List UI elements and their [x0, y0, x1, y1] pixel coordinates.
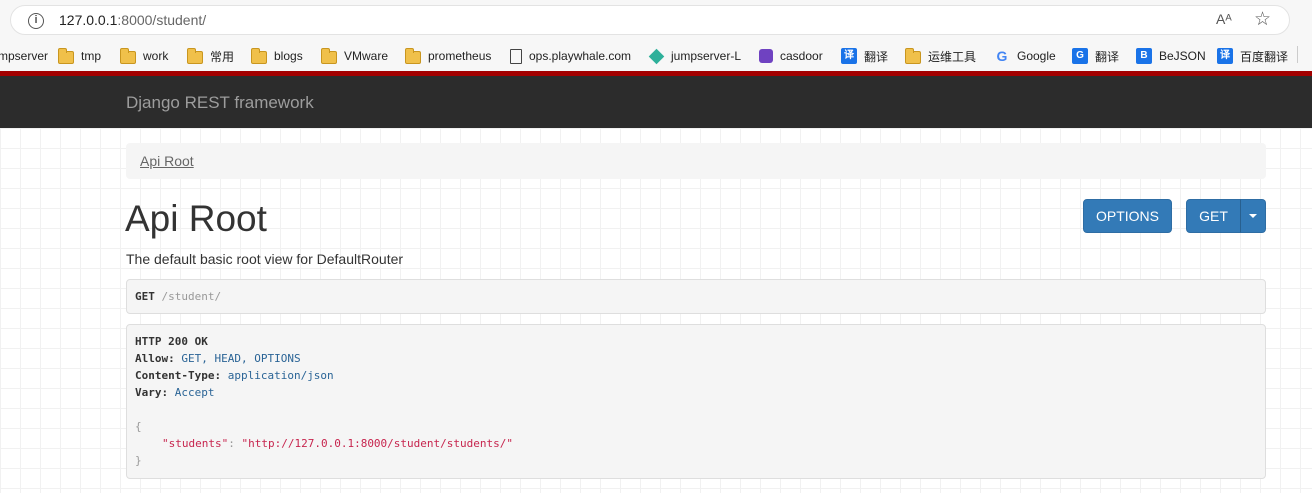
- response-status: HTTP 200 OK: [135, 335, 208, 348]
- bookmark-label: prometheus: [428, 49, 492, 63]
- header-key: Content-Type:: [135, 369, 222, 382]
- response-header-allow: Allow: GET, HEAD, OPTIONS: [135, 352, 301, 365]
- bookmark-label: jumpserver-L: [671, 49, 742, 63]
- bookmark-label: casdoor: [780, 49, 823, 63]
- bookmark-casdoor[interactable]: casdoor: [759, 47, 823, 65]
- breadcrumb-api-root[interactable]: Api Root: [140, 153, 194, 169]
- json-open-brace: {: [135, 420, 142, 433]
- bookmark-bejson[interactable]: B BeJSON: [1136, 47, 1206, 65]
- url-path: :8000/student/: [117, 12, 207, 28]
- bookmark-prometheus[interactable]: prometheus: [405, 47, 491, 65]
- bookmark-blogs[interactable]: blogs: [251, 47, 303, 65]
- bookmark-work[interactable]: work: [120, 47, 168, 65]
- bookmark-label: VMware: [344, 49, 389, 63]
- request-info: GET /student/: [126, 279, 1266, 314]
- request-line: GET /student/: [135, 290, 221, 303]
- bookmark-google[interactable]: G Google: [994, 47, 1056, 65]
- bookmark-label: 翻译: [864, 49, 889, 64]
- bookmark-label: blogs: [274, 49, 303, 63]
- response-header-vary: Vary: Accept: [135, 386, 215, 399]
- translate-icon: 译: [841, 48, 857, 64]
- header-value: application/json: [227, 369, 334, 382]
- folder-icon: [905, 47, 921, 64]
- navbar-brand[interactable]: Django REST framework: [126, 93, 314, 113]
- header-value: Accept: [174, 386, 215, 399]
- bookmark-ops-playwhale[interactable]: ops.playwhale.com: [510, 47, 631, 65]
- caret-down-icon: [1249, 214, 1257, 218]
- response-info: HTTP 200 OK Allow: GET, HEAD, OPTIONS Co…: [126, 324, 1266, 479]
- page-icon: [510, 48, 522, 64]
- request-path: /student/: [161, 290, 222, 303]
- casdoor-icon: [759, 49, 773, 63]
- jumpserver-icon: [648, 48, 665, 64]
- page-title: Api Root: [125, 198, 267, 239]
- main-content: Api Root Api Root OPTIONS GET The defaul…: [0, 128, 1312, 493]
- bookmark-label: BeJSON: [1159, 49, 1206, 63]
- baidu-translate-icon: 译: [1217, 48, 1233, 64]
- bookmark-label: Google: [1017, 49, 1056, 63]
- folder-icon: [58, 47, 74, 64]
- folder-icon: [187, 47, 203, 64]
- google-icon: G: [996, 48, 1008, 64]
- request-method: GET: [135, 290, 155, 303]
- browser-address-bar: i 127.0.0.1:8000/student/ Aᴬ ☆: [0, 0, 1312, 40]
- url-text[interactable]: 127.0.0.1:8000/student/: [59, 12, 206, 28]
- bookmark-label: 百度翻译: [1240, 49, 1289, 64]
- header-key: Allow:: [135, 352, 175, 365]
- bejson-icon: B: [1136, 48, 1152, 64]
- bookmark-baidu-translate[interactable]: 译 百度翻译: [1217, 47, 1288, 65]
- bookmark-label: 常用: [210, 49, 235, 64]
- view-description: The default basic root view for DefaultR…: [126, 251, 404, 267]
- site-info-icon[interactable]: i: [28, 13, 44, 29]
- url-host: 127.0.0.1: [59, 12, 118, 28]
- bookmark-google-translate[interactable]: G 翻译: [1072, 47, 1119, 65]
- json-colon: :: [228, 437, 242, 450]
- folder-icon: [120, 47, 136, 64]
- bookmark-label: 翻译: [1095, 49, 1120, 64]
- breadcrumb: Api Root: [126, 143, 1266, 179]
- header-value: GET, HEAD, OPTIONS: [181, 352, 301, 365]
- get-format-dropdown[interactable]: [1240, 199, 1266, 233]
- bookmark-jumpserver-l[interactable]: jumpserver-L: [648, 47, 742, 65]
- response-status-line: HTTP 200 OK: [135, 335, 208, 348]
- response-header-content-type: Content-Type: application/json: [135, 369, 334, 382]
- bookmark-label: tmp: [81, 49, 102, 63]
- json-entry-students: "students": "http://127.0.0.1:8000/stude…: [162, 437, 513, 450]
- bookmark-vmware[interactable]: VMware: [321, 47, 388, 65]
- folder-icon: [405, 47, 421, 64]
- google-translate-icon: G: [1072, 48, 1088, 64]
- bookmarks-bar: mpserver tmp work 常用 blogs VMware promet…: [0, 40, 1312, 71]
- bookmark-common[interactable]: 常用: [187, 47, 234, 65]
- bookmarks-overflow[interactable]: [1297, 46, 1312, 63]
- bookmark-ops-tools[interactable]: 运维工具: [905, 47, 976, 65]
- url-field[interactable]: i 127.0.0.1:8000/student/ Aᴬ ☆: [10, 5, 1290, 35]
- folder-icon: [321, 47, 337, 64]
- folder-icon: [251, 47, 267, 64]
- bookmark-label: mpserver: [0, 49, 49, 63]
- bookmark-jumpserver[interactable]: mpserver: [0, 47, 48, 65]
- json-close-brace: }: [135, 454, 142, 467]
- header-key: Vary:: [135, 386, 169, 399]
- favorite-star-icon[interactable]: ☆: [1254, 8, 1271, 30]
- bookmark-label: ops.playwhale.com: [529, 49, 632, 63]
- bookmark-translate[interactable]: 译 翻译: [841, 47, 888, 65]
- get-button[interactable]: GET: [1186, 199, 1241, 233]
- json-key: "students": [162, 437, 229, 450]
- navbar: Django REST framework: [0, 76, 1312, 128]
- read-aloud-icon[interactable]: Aᴬ: [1216, 11, 1232, 27]
- json-link-students[interactable]: "http://127.0.0.1:8000/student/students/…: [241, 437, 513, 450]
- bookmark-label: 运维工具: [928, 49, 977, 64]
- options-button[interactable]: OPTIONS: [1083, 199, 1172, 233]
- bookmark-label: work: [143, 49, 169, 63]
- bookmark-tmp[interactable]: tmp: [58, 47, 101, 65]
